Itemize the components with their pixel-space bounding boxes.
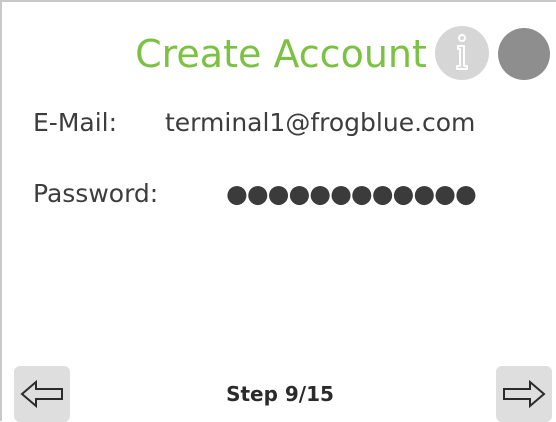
password-label: Password: <box>33 179 159 208</box>
arrow-right-icon <box>503 379 546 409</box>
create-account-screen: Create Account E-Mail: terminal1@frogblu… <box>0 0 556 422</box>
info-icon <box>456 34 468 70</box>
password-row: Password: <box>33 177 158 211</box>
password-value: ●●●●●●●●●●●● <box>226 179 477 208</box>
step-indicator: Step 9/15 <box>226 382 334 406</box>
next-step-button[interactable] <box>496 366 552 422</box>
email-value: terminal1@frogblue.com <box>165 108 476 137</box>
arrow-left-icon <box>20 379 63 409</box>
email-row: E-Mail: <box>33 106 117 140</box>
status-indicator <box>498 28 550 80</box>
email-label: E-Mail: <box>33 108 118 137</box>
info-button[interactable] <box>435 26 489 80</box>
previous-step-button[interactable] <box>14 366 70 422</box>
page-title: Create Account <box>135 32 427 76</box>
